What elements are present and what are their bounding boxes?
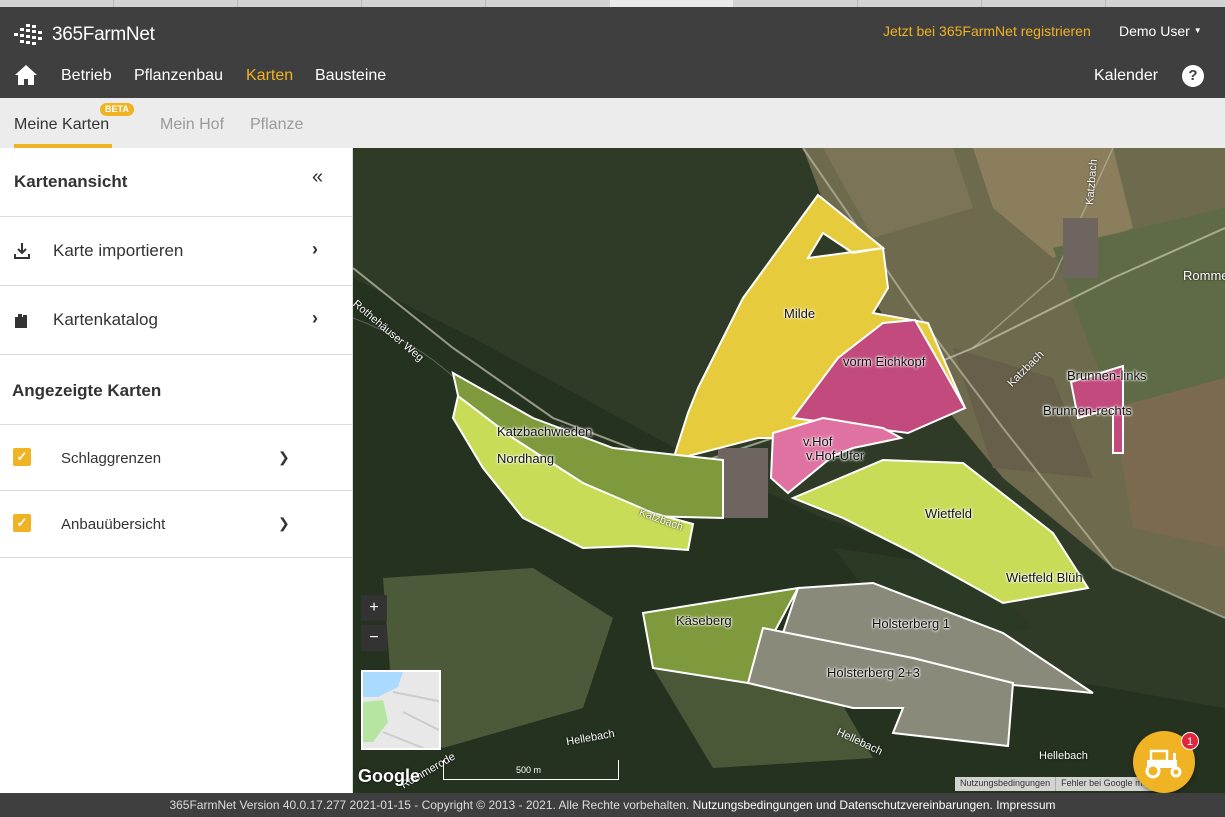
field-label-holsterberg-2-3: Holsterberg 2+3	[827, 665, 920, 680]
layer-label: Anbauübersicht	[61, 516, 166, 533]
checkbox-schlaggrenzen[interactable]: ✓	[13, 448, 31, 466]
street-label: Rommerode	[1183, 268, 1225, 283]
field-label-brunnen-rechts: Brunnen-rechts	[1043, 403, 1132, 418]
field-label-brunnen-links: Brunnen-links	[1067, 368, 1147, 383]
minimap-canvas	[363, 672, 439, 748]
footer: 365FarmNet Version 40.0.17.277 2021-01-1…	[0, 793, 1225, 817]
subtab-bar: Meine Karten BETA Mein Hof Pflanze	[0, 98, 1225, 148]
minimap[interactable]	[361, 670, 441, 750]
tab-separator	[485, 0, 486, 7]
chevron-down-icon[interactable]: ❯	[278, 449, 290, 466]
tab-separator	[237, 0, 238, 7]
double-chevron-left-icon[interactable]: «	[312, 166, 323, 189]
catalog-icon	[15, 314, 27, 328]
footer-terms-link[interactable]: Nutzungsbedingungen und Datenschutzverei…	[693, 798, 993, 812]
sidebar-item-catalog[interactable]: Kartenkatalog ›	[0, 286, 353, 355]
nav-pflanzenbau[interactable]: Pflanzenbau	[134, 67, 223, 85]
google-logo: Google	[358, 766, 420, 786]
field-label-nordhang: Nordhang	[497, 451, 555, 466]
shown-maps-header: Angezeigte Karten	[0, 355, 353, 425]
user-name: Demo User	[1119, 23, 1190, 39]
chevron-down-icon[interactable]: ❯	[278, 515, 290, 532]
nav-karten[interactable]: Karten	[246, 67, 293, 85]
scale-label: 500 m	[516, 765, 542, 775]
sidebar-item-label: Kartenkatalog	[53, 310, 158, 329]
checkbox-anbauuebersicht[interactable]: ✓	[13, 514, 31, 532]
tab-separator	[1105, 0, 1106, 7]
nav-betrieb[interactable]: Betrieb	[61, 67, 112, 85]
zoom-out-button[interactable]: −	[361, 625, 387, 651]
sidebar-title: Kartenansicht	[14, 172, 128, 191]
tab-separator	[113, 0, 114, 7]
app-header: 365FarmNet Jetzt bei 365FarmNet registri…	[0, 7, 1225, 98]
field-label-wietfeld-blueh: Wietfeld Blüh	[1006, 570, 1083, 585]
field-label-v-hof: v.Hof	[803, 434, 833, 449]
map-view[interactable]: Milde vorm Eichkopf v.Hof v.Hof-Ufer Kat…	[353, 148, 1225, 793]
sidebar: Kartenansicht « Karte importieren › Kart…	[0, 148, 353, 793]
sidebar-item-import[interactable]: Karte importieren ›	[0, 217, 353, 286]
logo[interactable]: 365FarmNet	[12, 22, 155, 48]
register-link[interactable]: Jetzt bei 365FarmNet registrieren	[883, 23, 1091, 39]
map-terms-link[interactable]: Nutzungsbedingungen	[955, 777, 1057, 791]
field-label-milde: Milde	[784, 306, 816, 321]
zoom-in-button[interactable]: +	[361, 595, 387, 621]
tab-mein-hof[interactable]: Mein Hof	[160, 116, 224, 134]
sidebar-item-label: Karte importieren	[53, 241, 184, 260]
logo-mark-icon	[14, 24, 42, 45]
browser-tab-strip	[0, 0, 1225, 7]
nav-bausteine[interactable]: Bausteine	[315, 67, 386, 85]
chevron-right-icon: ›	[312, 308, 318, 328]
caret-down-icon: ▼	[1193, 25, 1202, 35]
field-label-holsterberg-1: Holsterberg 1	[872, 616, 951, 631]
shown-maps-title: Angezeigte Karten	[12, 381, 162, 400]
tab-separator	[981, 0, 982, 7]
tab-separator	[857, 0, 858, 7]
user-menu[interactable]: Demo User ▼	[1119, 23, 1202, 39]
footer-imprint-link[interactable]: Impressum	[996, 798, 1055, 812]
logo-text: 365FarmNet	[52, 24, 155, 45]
calendar-link[interactable]: Kalender	[1094, 67, 1158, 85]
tab-pflanze[interactable]: Pflanze	[250, 116, 303, 134]
beta-badge: BETA	[100, 103, 134, 116]
tab-meine-karten[interactable]: Meine Karten	[14, 116, 109, 134]
chevron-right-icon: ›	[312, 239, 318, 259]
map-canvas[interactable]	[353, 148, 1225, 793]
layer-row-schlaggrenzen[interactable]: ✓ Schlaggrenzen ❯	[0, 425, 353, 491]
field-label-wietfeld: Wietfeld	[925, 506, 972, 521]
field-label-v-hof-ufer: v.Hof-Ufer	[806, 448, 865, 463]
sidebar-header: Kartenansicht «	[0, 148, 353, 217]
footer-version: 365FarmNet Version 40.0.17.277 2021-01-1…	[169, 798, 690, 812]
browser-tab-active[interactable]	[610, 0, 733, 7]
tab-separator	[361, 0, 362, 7]
help-icon[interactable]: ?	[1182, 65, 1204, 87]
home-icon[interactable]	[14, 64, 38, 86]
field-label-vorm-eichkopf: vorm Eichkopf	[843, 354, 926, 369]
layer-label: Schlaggrenzen	[61, 450, 162, 467]
field-label-katzbachwieden: Katzbachwieden	[497, 424, 593, 439]
layer-row-anbauuebersicht[interactable]: ✓ Anbauübersicht ❯	[0, 491, 353, 558]
download-icon	[14, 243, 30, 259]
street-label: Hellebach	[1039, 750, 1088, 762]
notification-badge: 1	[1181, 732, 1199, 750]
field-label-kaeseberg: Käseberg	[676, 613, 732, 628]
